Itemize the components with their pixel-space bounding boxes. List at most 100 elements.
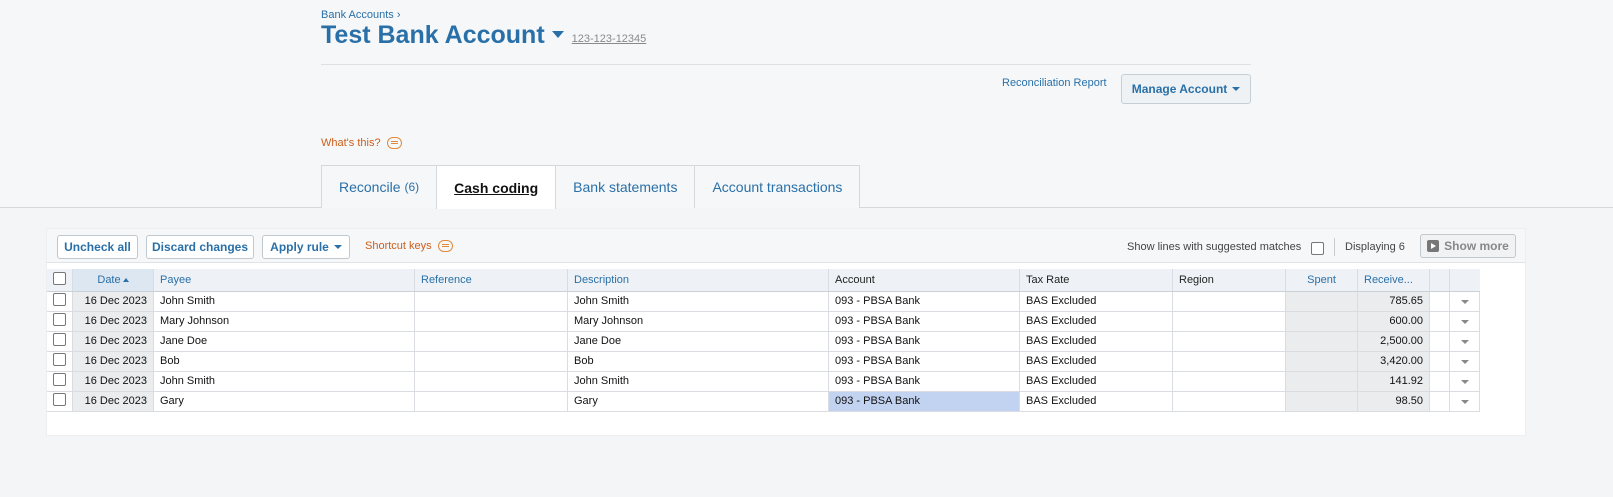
row-checkbox-cell [47, 311, 73, 332]
whats-this-link[interactable]: What's this? [321, 137, 402, 149]
row-checkbox-cell [47, 371, 73, 392]
tab-cash-coding[interactable]: Cash coding [436, 165, 557, 209]
payee-cell[interactable]: John Smith [153, 371, 415, 392]
row-checkbox[interactable] [53, 293, 66, 306]
account-cell[interactable]: 093 - PBSA Bank [828, 371, 1020, 392]
tax-rate-cell[interactable]: BAS Excluded [1019, 291, 1173, 312]
col-date[interactable]: Date [72, 269, 154, 292]
account-cell[interactable]: 093 - PBSA Bank [828, 291, 1020, 312]
show-lines-checkbox[interactable] [1311, 242, 1324, 255]
account-cell[interactable]: 093 - PBSA Bank [828, 331, 1020, 352]
region-cell[interactable] [1172, 371, 1286, 392]
row-options-button[interactable] [1449, 371, 1480, 392]
spent-cell [1285, 311, 1358, 332]
row-checkbox[interactable] [53, 333, 66, 346]
row-checkbox[interactable] [53, 373, 66, 386]
received-cell: 785.65 [1357, 291, 1430, 312]
col-filler [1449, 269, 1480, 292]
region-cell[interactable] [1172, 291, 1286, 312]
row-checkbox-cell [47, 351, 73, 372]
chevron-down-icon [1460, 380, 1469, 384]
apply-rule-button[interactable]: Apply rule [262, 235, 350, 259]
payee-cell[interactable]: Gary [153, 391, 415, 412]
col-payee[interactable]: Payee [153, 269, 415, 292]
region-cell[interactable] [1172, 311, 1286, 332]
payee-cell[interactable]: Jane Doe [153, 331, 415, 352]
title-row: Test Bank Account 123-123-12345 [321, 20, 646, 50]
chevron-down-icon [333, 245, 342, 249]
region-cell[interactable] [1172, 351, 1286, 372]
uncheck-all-button[interactable]: Uncheck all [57, 235, 138, 259]
header-divider [321, 64, 1251, 65]
account-cell-selected[interactable]: 093 - PBSA Bank [828, 391, 1020, 412]
page-title[interactable]: Test Bank Account [321, 20, 545, 50]
payee-cell[interactable]: Bob [153, 351, 415, 372]
tax-rate-cell[interactable]: BAS Excluded [1019, 391, 1173, 412]
spent-cell [1285, 351, 1358, 372]
row-checkbox[interactable] [53, 353, 66, 366]
account-cell[interactable]: 093 - PBSA Bank [828, 351, 1020, 372]
spent-cell [1285, 391, 1358, 412]
reference-cell[interactable] [414, 311, 568, 332]
tab-account-transactions[interactable]: Account transactions [694, 165, 861, 208]
reference-cell[interactable] [414, 331, 568, 352]
account-switch-caret-icon[interactable] [551, 31, 564, 38]
show-lines-label: Show lines with suggested matches [1127, 241, 1302, 253]
row-checkbox[interactable] [53, 313, 66, 326]
row-options-button[interactable] [1449, 391, 1480, 412]
show-more-button[interactable]: Show more [1420, 234, 1516, 258]
description-cell[interactable]: Gary [567, 391, 829, 412]
reference-cell[interactable] [414, 291, 568, 312]
row-checkbox[interactable] [53, 393, 66, 406]
shortcut-keys-link[interactable]: Shortcut keys [365, 240, 453, 252]
row-options-button[interactable] [1449, 351, 1480, 372]
payee-cell[interactable]: Mary Johnson [153, 311, 415, 332]
description-cell[interactable]: Bob [567, 351, 829, 372]
account-number[interactable]: 123-123-12345 [572, 33, 647, 45]
chevron-down-icon [1232, 87, 1241, 91]
col-reference[interactable]: Reference [414, 269, 568, 292]
tab-reconcile[interactable]: Reconcile (6) [321, 165, 438, 208]
chevron-down-icon [1460, 360, 1469, 364]
description-cell[interactable]: Jane Doe [567, 331, 829, 352]
manage-account-button[interactable]: Manage Account [1121, 74, 1251, 104]
col-spent[interactable]: Spent [1285, 269, 1358, 292]
date-cell: 16 Dec 2023 [72, 351, 154, 372]
chevron-down-icon [1460, 300, 1469, 304]
row-options-button[interactable] [1449, 291, 1480, 312]
row-options-button[interactable] [1449, 331, 1480, 352]
region-cell[interactable] [1172, 331, 1286, 352]
reference-cell[interactable] [414, 351, 568, 372]
account-cell[interactable]: 093 - PBSA Bank [828, 311, 1020, 332]
table-row: 16 Dec 2023 Gary Gary 093 - PBSA Bank BA… [47, 391, 1480, 412]
payee-cell[interactable]: John Smith [153, 291, 415, 312]
row-checkbox-cell [47, 291, 73, 312]
tab-bank-statements[interactable]: Bank statements [555, 165, 696, 208]
tax-rate-cell[interactable]: BAS Excluded [1019, 371, 1173, 392]
region-cell[interactable] [1172, 391, 1286, 412]
spent-cell [1285, 291, 1358, 312]
col-date-label: Date [97, 273, 121, 286]
reconcile-count-badge: (6) [404, 180, 420, 194]
tax-rate-cell[interactable]: BAS Excluded [1019, 331, 1173, 352]
tax-rate-cell[interactable]: BAS Excluded [1019, 311, 1173, 332]
toolbar: Uncheck all Discard changes Apply rule S… [47, 229, 1525, 263]
discard-changes-button[interactable]: Discard changes [146, 235, 254, 259]
tax-rate-cell[interactable]: BAS Excluded [1019, 351, 1173, 372]
col-received[interactable]: Receive... [1357, 269, 1430, 292]
description-cell[interactable]: John Smith [567, 371, 829, 392]
description-cell[interactable]: John Smith [567, 291, 829, 312]
reconciliation-report-link[interactable]: Reconciliation Report [1002, 77, 1107, 89]
date-cell: 16 Dec 2023 [72, 311, 154, 332]
toolbar-divider [1334, 238, 1335, 256]
row-spacer-cell [1429, 291, 1450, 312]
reference-cell[interactable] [414, 391, 568, 412]
select-all-checkbox[interactable] [53, 271, 66, 285]
date-cell: 16 Dec 2023 [72, 291, 154, 312]
reference-cell[interactable] [414, 371, 568, 392]
manage-account-label: Manage Account [1131, 82, 1228, 96]
description-cell[interactable]: Mary Johnson [567, 311, 829, 332]
speech-bubble-icon [386, 137, 402, 149]
col-description[interactable]: Description [567, 269, 829, 292]
row-options-button[interactable] [1449, 311, 1480, 332]
